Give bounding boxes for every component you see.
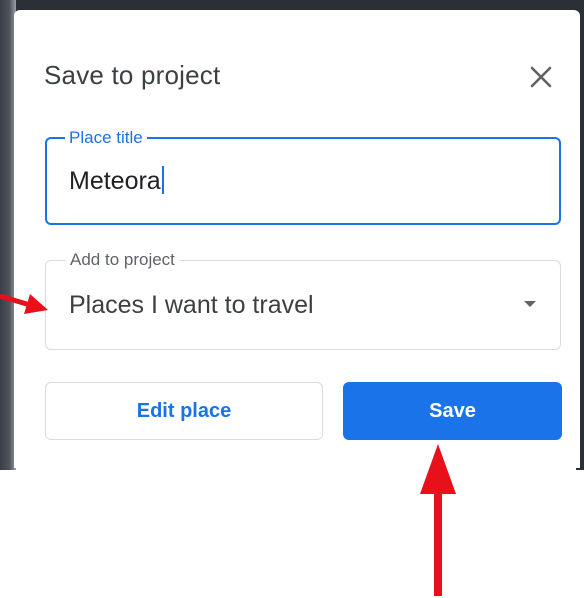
place-title-label: Place title bbox=[65, 128, 147, 148]
place-title-value: Meteora bbox=[69, 167, 161, 195]
place-title-input[interactable]: Meteora bbox=[69, 166, 164, 196]
save-button[interactable]: Save bbox=[343, 382, 562, 440]
project-select[interactable]: Add to project Places I want to travel bbox=[45, 250, 561, 350]
close-icon bbox=[530, 66, 552, 88]
annotation-arrow-right-icon bbox=[0, 293, 48, 314]
close-button[interactable] bbox=[526, 62, 556, 92]
chevron-down-icon[interactable] bbox=[524, 301, 536, 307]
edit-place-button[interactable]: Edit place bbox=[45, 382, 323, 440]
project-select-value: Places I want to travel bbox=[69, 291, 314, 319]
text-caret bbox=[161, 166, 164, 194]
save-to-project-dialog: Save to project Place title Meteora Add … bbox=[14, 10, 580, 468]
project-select-label: Add to project bbox=[66, 250, 179, 270]
place-title-field[interactable]: Place title Meteora bbox=[45, 128, 561, 225]
dialog-title: Save to project bbox=[44, 60, 221, 90]
screenshot-stage: Save to project Place title Meteora Add … bbox=[0, 0, 584, 598]
annotation-arrow-up-icon bbox=[420, 444, 456, 596]
